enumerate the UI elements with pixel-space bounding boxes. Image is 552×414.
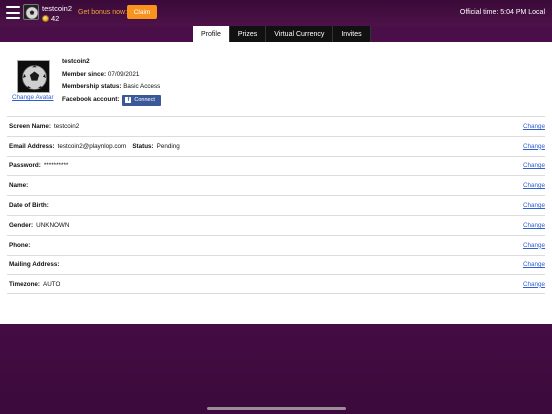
official-time: Official time: 5:04 PM Local (459, 9, 545, 16)
soccer-ball-icon (25, 6, 38, 19)
field-date-of-birth: Date of Birth: Change (7, 195, 545, 215)
change-gender-link[interactable]: Change (523, 222, 545, 229)
field-label: Email Address: (9, 142, 55, 150)
field-value: AUTO (43, 280, 61, 288)
facebook-icon: f (125, 97, 132, 104)
menu-icon[interactable] (6, 6, 20, 19)
field-value: testcoin2@playnlop.com (57, 142, 127, 150)
user-summary: testcoin2 42 (42, 4, 72, 23)
bonus-text: Get bonus now: (78, 9, 128, 16)
membership-value: Basic Access (123, 83, 161, 91)
email-status-value: Pending (156, 142, 180, 150)
field-label: Phone: (9, 241, 31, 249)
field-label: Date of Birth: (9, 202, 49, 210)
home-indicator[interactable] (207, 407, 346, 410)
tab-invites[interactable]: Invites (333, 26, 371, 42)
email-status-label: Status: (132, 142, 154, 150)
field-label: Name: (9, 182, 29, 190)
tab-bar: Profile Prizes Virtual Currency Invites (0, 26, 552, 42)
profile-username: testcoin2 (62, 58, 90, 65)
coin-count: 42 (51, 14, 60, 23)
profile-panel: Change Avatar testcoin2 Member since: 07… (0, 42, 552, 324)
profile-fields: Screen Name: testcoin2 Change Email Addre… (7, 116, 545, 295)
member-since-value: 07/09/2021 (107, 70, 140, 78)
field-gender: Gender: UNKNOWN Change (7, 214, 545, 235)
coin-icon (42, 15, 49, 22)
field-phone: Phone: Change (7, 234, 545, 255)
field-label: Timezone: (9, 280, 41, 288)
field-mailing-address: Mailing Address: Change (7, 254, 545, 275)
coin-balance: 42 (42, 14, 72, 23)
field-value: UNKNOWN (36, 221, 70, 229)
change-address-link[interactable]: Change (523, 261, 545, 268)
facebook-connect-button[interactable]: f Connect (122, 94, 161, 106)
tab-prizes[interactable]: Prizes (229, 26, 267, 42)
field-label: Mailing Address: (9, 261, 60, 269)
change-screen-name-link[interactable]: Change (523, 123, 545, 130)
field-label: Gender: (9, 221, 34, 229)
change-name-link[interactable]: Change (523, 182, 545, 189)
field-label: Screen Name: (9, 122, 51, 130)
tab-virtual-currency[interactable]: Virtual Currency (266, 26, 334, 42)
avatar[interactable] (23, 4, 39, 20)
change-phone-link[interactable]: Change (523, 242, 545, 249)
field-value: testcoin2 (54, 122, 80, 130)
field-value: ********** (43, 162, 69, 170)
facebook-label: Facebook account: (62, 96, 120, 104)
member-since-label: Member since: (62, 70, 107, 78)
change-avatar-link[interactable]: Change Avatar (12, 94, 54, 101)
connect-label: Connect (134, 97, 155, 104)
field-timezone: Timezone: AUTO Change (7, 274, 545, 295)
change-email-link[interactable]: Change (523, 143, 545, 150)
profile-header: Change Avatar testcoin2 Member since: 07… (0, 42, 552, 116)
field-email: Email Address: testcoin2@playnlop.com St… (7, 135, 545, 156)
top-bar: testcoin2 42 Get bonus now: Claim Offici… (0, 0, 552, 26)
membership-label: Membership status: (62, 83, 122, 91)
tab-profile[interactable]: Profile (193, 26, 230, 42)
change-password-link[interactable]: Change (523, 162, 545, 169)
profile-avatar (17, 60, 50, 93)
field-label: Password: (9, 162, 41, 170)
change-timezone-link[interactable]: Change (523, 281, 545, 288)
field-screen-name: Screen Name: testcoin2 Change (7, 116, 545, 136)
field-name: Name: Change (7, 175, 545, 195)
change-dob-link[interactable]: Change (523, 202, 545, 209)
profile-info: testcoin2 Member since: 07/09/2021 Membe… (62, 56, 161, 107)
claim-button[interactable]: Claim (127, 5, 157, 19)
tabs: Profile Prizes Virtual Currency Invites (193, 26, 371, 42)
username-label: testcoin2 (42, 4, 73, 13)
soccer-ball-icon (22, 65, 47, 90)
field-password: Password: ********** Change (7, 155, 545, 176)
